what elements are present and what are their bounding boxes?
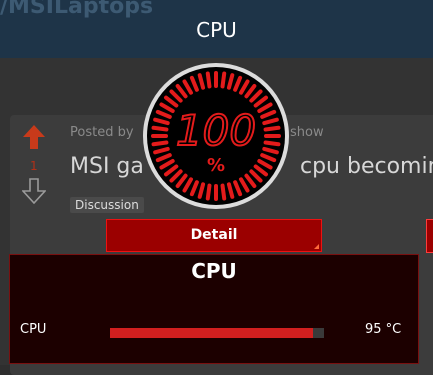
gauge-tick xyxy=(151,125,169,132)
cpu-label: CPU xyxy=(20,322,47,337)
downvote-arrow-icon[interactable] xyxy=(21,178,47,208)
detail-button[interactable]: Detail xyxy=(106,219,322,252)
cpu-detail-panel: CPU CPU 95 °C xyxy=(9,254,419,364)
gauge-tick xyxy=(220,71,227,89)
overlay-title: CPU xyxy=(196,18,237,42)
corner-accent-icon xyxy=(314,244,319,249)
gauge-unit: % xyxy=(207,155,225,176)
upvote-arrow-icon[interactable] xyxy=(22,124,46,154)
posted-by-tail: show xyxy=(290,125,324,140)
temperature-bar-fill xyxy=(110,328,314,338)
posted-by-text: Posted by xyxy=(70,125,134,140)
gauge-tick xyxy=(263,125,281,132)
post-flair[interactable]: Discussion xyxy=(70,197,144,213)
gauge-tick xyxy=(205,71,212,89)
temperature-value: 95 °C xyxy=(365,322,402,337)
gauge-value: 100 xyxy=(176,106,256,155)
detail-button-label: Detail xyxy=(190,227,238,243)
gauge-tick xyxy=(205,183,212,201)
gauge-tick xyxy=(263,140,281,147)
temperature-bar xyxy=(110,328,324,338)
panel-title: CPU xyxy=(191,259,237,283)
gauge-graphic: 100 % xyxy=(143,63,289,209)
post-title-start[interactable]: MSI ga xyxy=(70,154,144,179)
partial-button[interactable] xyxy=(426,219,433,253)
subreddit-name[interactable]: /MSILaptops xyxy=(0,0,153,19)
gauge-tick xyxy=(220,183,227,201)
gauge-tick xyxy=(151,140,169,147)
post-title-end[interactable]: cpu becomin xyxy=(300,154,433,179)
cpu-gauge: 100 % xyxy=(141,61,291,211)
vote-count: 1 xyxy=(30,159,38,173)
